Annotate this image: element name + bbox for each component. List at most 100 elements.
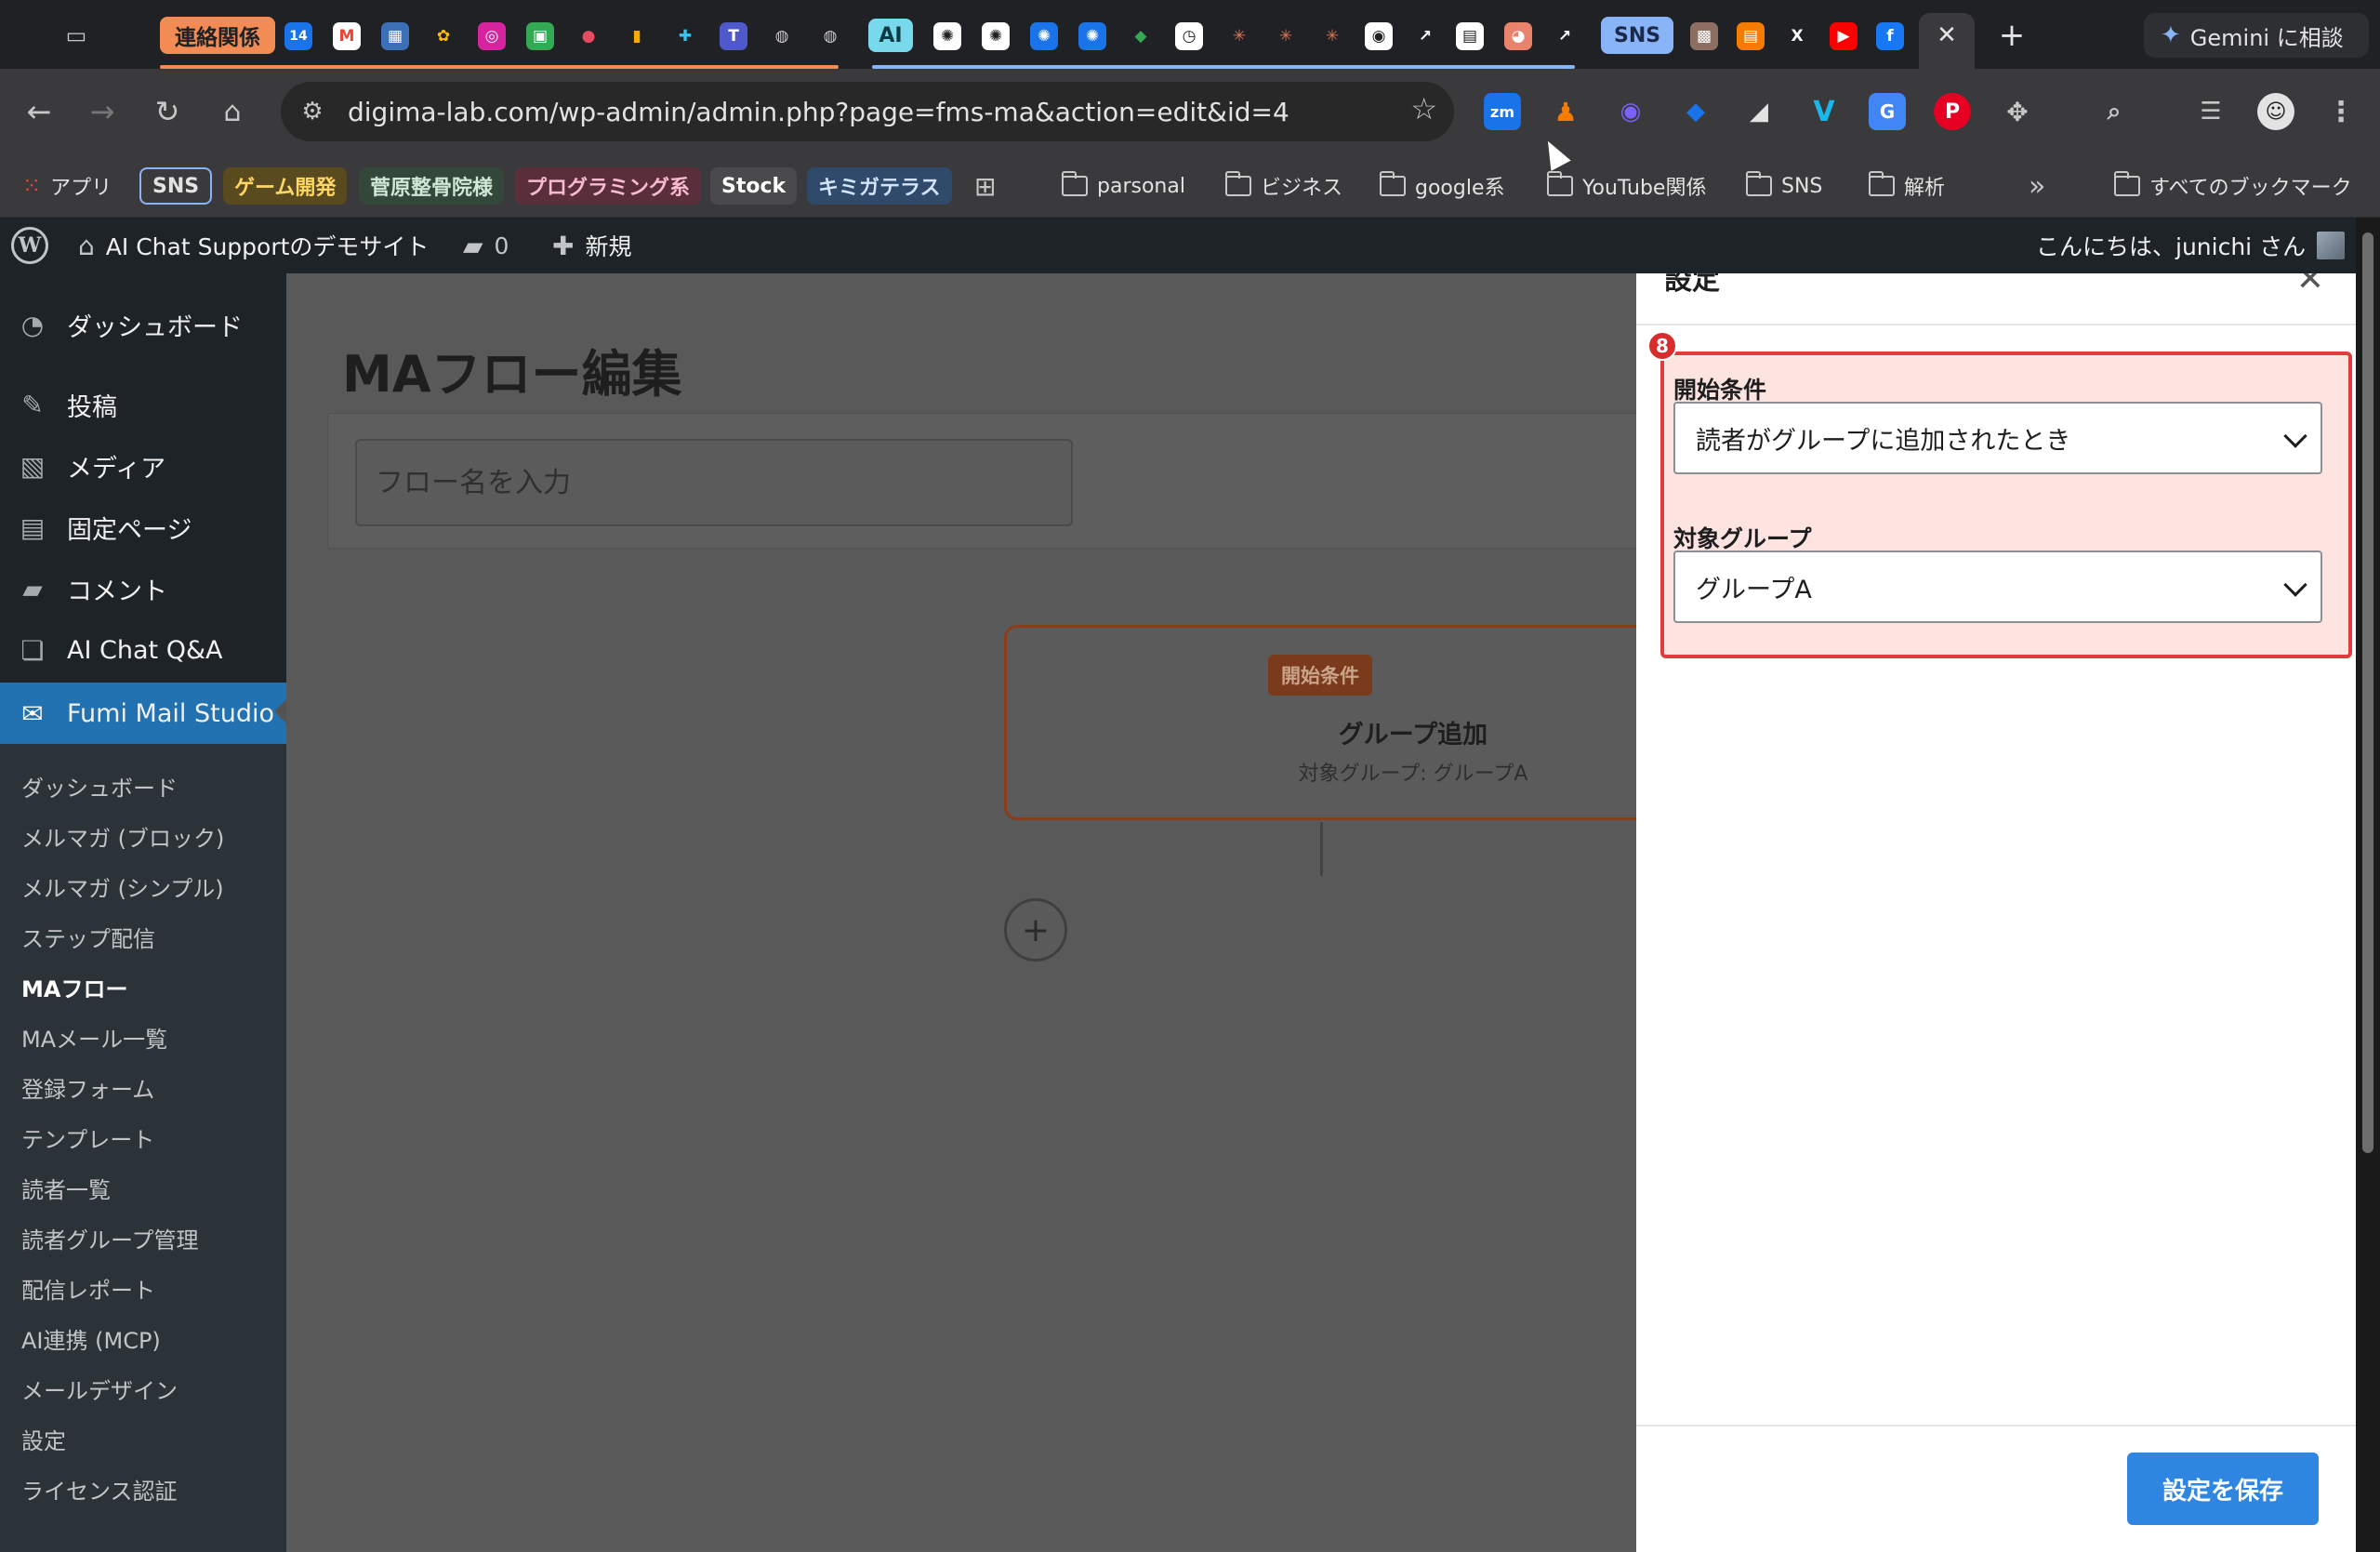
admin-bar-comments[interactable]: ▰ 0	[463, 218, 509, 273]
admin-bar-site-link[interactable]: ⌂ AI Chat Supportのデモサイト	[78, 218, 429, 273]
bookmark-folder-business[interactable]: ビジネス	[1224, 167, 1342, 205]
submenu-dashboard[interactable]: ダッシュボード	[21, 770, 178, 803]
bookmark-folder-google[interactable]: google系	[1379, 167, 1505, 205]
bookmark-sugawara[interactable]: 菅原整骨院様	[359, 167, 505, 205]
submenu-reader-groups[interactable]: 読者グループ管理	[21, 1222, 199, 1254]
x-tab-icon[interactable]: X	[1783, 22, 1811, 50]
sidebar-item-comments[interactable]: ▰ コメント	[0, 560, 286, 617]
sidebar-item-media[interactable]: ▧ メディア	[0, 437, 286, 495]
app-tab-icon-8[interactable]: ↗	[1551, 22, 1579, 50]
youtube-tab-icon[interactable]: ▶	[1830, 22, 1858, 50]
app-tab-icon-4[interactable]: ◷	[1175, 22, 1203, 50]
close-icon[interactable]: ✕	[2296, 273, 2324, 298]
claude-tab-icon[interactable]: ✳	[1225, 22, 1253, 50]
flow-name-input[interactable]	[355, 439, 1073, 526]
submenu-ma-mail-list[interactable]: MAメール一覧	[21, 1021, 167, 1054]
more-bookmarks-chevron-icon[interactable]: »	[2029, 167, 2045, 205]
bookmark-game-dev[interactable]: ゲーム開発	[223, 167, 348, 205]
pinterest-extension-icon[interactable]: P	[1934, 93, 1971, 130]
globe-tab-icon-2[interactable]: ◍	[816, 22, 844, 50]
add-step-button[interactable]: +	[1004, 898, 1067, 962]
blog-tab-icon[interactable]: ▤	[1737, 22, 1765, 50]
openai-tab-icon[interactable]: ✺	[933, 22, 961, 50]
bookmark-folder-sns[interactable]: SNS	[1745, 167, 1822, 205]
translate-extension-icon[interactable]: G	[1869, 93, 1906, 130]
new-tab-button[interactable]: +	[1993, 17, 2030, 54]
openai-tab-icon-3[interactable]: ✺	[1030, 22, 1058, 50]
site-info-icon[interactable]: ⚙	[286, 86, 338, 138]
ai-tab-group-chip[interactable]: AI	[868, 19, 913, 52]
home-icon[interactable]: ⌂	[212, 91, 253, 132]
photo-tab-icon[interactable]: ▩	[1690, 22, 1718, 50]
app-tab-icon-3[interactable]: ◆	[1127, 22, 1155, 50]
submenu-newsletter-simple[interactable]: メルマガ (シンプル)	[21, 870, 224, 903]
reload-icon[interactable]: ↻	[147, 91, 188, 132]
forward-arrow-icon[interactable]: →	[82, 91, 123, 132]
bookmark-folder-analysis[interactable]: 解析	[1868, 167, 1945, 205]
doc-tab-icon[interactable]: ▤	[1456, 22, 1484, 50]
submenu-license[interactable]: ライセンス認証	[21, 1473, 178, 1506]
chat-tab-icon[interactable]: ▣	[526, 22, 554, 50]
page-scrollbar[interactable]	[2356, 218, 2380, 1552]
sidebar-item-dashboard[interactable]: ◔ ダッシュボード	[0, 296, 286, 353]
openai-tab-icon-2[interactable]: ✺	[982, 22, 1010, 50]
submenu-signup-form[interactable]: 登録フォーム	[21, 1071, 154, 1104]
photos-tab-icon[interactable]: ✿	[430, 22, 457, 50]
analytics-tab-icon[interactable]: ▮	[623, 22, 651, 50]
url-text[interactable]: digima-lab.com/wp-admin/admin.php?page=f…	[348, 97, 1289, 127]
facebook-tab-icon[interactable]: f	[1876, 22, 1904, 50]
bookmark-folder-parsonal[interactable]: parsonal	[1061, 167, 1185, 205]
sidebar-item-pages[interactable]: ▤ 固定ページ	[0, 498, 286, 556]
scrollbar-thumb[interactable]	[2362, 232, 2373, 1153]
bookmark-star-icon[interactable]: ☆	[1410, 91, 1437, 126]
extension-icon-1[interactable]: ♟	[1547, 93, 1584, 130]
bookmark-programming[interactable]: プログラミング系	[515, 167, 702, 205]
zoom-extension-icon[interactable]: zm	[1484, 93, 1521, 130]
globe-tab-icon[interactable]: ◍	[768, 22, 796, 50]
app-tab-icon-7[interactable]: ◕	[1504, 22, 1532, 50]
submenu-readers[interactable]: 読者一覧	[21, 1172, 111, 1204]
gemini-button[interactable]: ✦ Gemini に相談	[2144, 13, 2369, 58]
sidebar-item-fumi-mail-studio[interactable]: ✉ Fumi Mail Studio	[0, 683, 286, 744]
app-tab-icon-5[interactable]: ◉	[1365, 22, 1393, 50]
submenu-delivery-report[interactable]: 配信レポート	[21, 1272, 155, 1305]
claude-tab-icon-3[interactable]: ✳	[1318, 22, 1346, 50]
bookmark-stock[interactable]: Stock	[710, 167, 798, 205]
bookmark-kimigaterasu[interactable]: キミガテラス	[807, 167, 952, 205]
tab-search-icon[interactable]: ▭	[52, 19, 100, 52]
start-condition-select[interactable]: 読者がグループに追加されたとき	[1673, 402, 2322, 474]
bookmark-folder-youtube[interactable]: YouTube関係	[1546, 167, 1706, 205]
bookmark-sns-chip[interactable]: SNS	[139, 167, 213, 205]
tab-search-lens-icon[interactable]: ⌕	[2096, 93, 2133, 130]
submenu-newsletter-block[interactable]: メルマガ (ブロック)	[21, 820, 224, 853]
bookmark-folder-all[interactable]: すべてのブックマーク	[2113, 167, 2352, 205]
calendar-tab-icon[interactable]: 14	[284, 22, 312, 50]
app-tab-icon-6[interactable]: ↗	[1411, 22, 1439, 50]
slack-tab-icon[interactable]: ✚	[671, 22, 699, 50]
claude-tab-icon-2[interactable]: ✳	[1272, 22, 1300, 50]
sidebar-item-ai-chat[interactable]: ❏ AI Chat Q&A	[0, 621, 286, 679]
gmail-tab-icon[interactable]: M	[333, 22, 361, 50]
profile-avatar-icon[interactable]: ☺	[2257, 93, 2294, 130]
target-group-select[interactable]: グループA	[1673, 550, 2322, 623]
extension-icon-4[interactable]: ◢	[1740, 93, 1778, 130]
media-queue-icon[interactable]: ☰	[2192, 93, 2229, 130]
extension-icon-2[interactable]: ◉	[1612, 93, 1649, 130]
openai-tab-icon-4[interactable]: ✺	[1078, 22, 1106, 50]
teams-tab-icon[interactable]: T	[720, 22, 747, 50]
wordpress-logo-icon[interactable]: W	[11, 227, 48, 264]
app-tab-icon[interactable]: ▦	[381, 22, 409, 50]
admin-bar-account[interactable]: こんにちは、junichi さん	[2036, 218, 2346, 273]
address-bar[interactable]: ⚙ digima-lab.com/wp-admin/admin.php?page…	[281, 82, 1454, 141]
bookmark-apps[interactable]: ⁙ アプリ	[22, 167, 112, 205]
submenu-settings[interactable]: 設定	[21, 1423, 66, 1455]
tab-group-label[interactable]: 連絡関係	[160, 17, 275, 54]
sidebar-item-posts[interactable]: ✎ 投稿	[0, 376, 286, 433]
extension-icon-3[interactable]: ◆	[1677, 93, 1714, 130]
tab-groups-grid-icon[interactable]: ⊞	[974, 167, 996, 205]
tab-close-icon[interactable]: ✕	[1932, 20, 1962, 50]
vimeo-extension-icon[interactable]: V	[1805, 93, 1843, 130]
submenu-ai-mcp[interactable]: AI連携 (MCP)	[21, 1322, 161, 1355]
submenu-ma-flow[interactable]: MAフロー	[21, 971, 127, 1003]
admin-bar-new[interactable]: ✚ 新規	[552, 218, 631, 273]
